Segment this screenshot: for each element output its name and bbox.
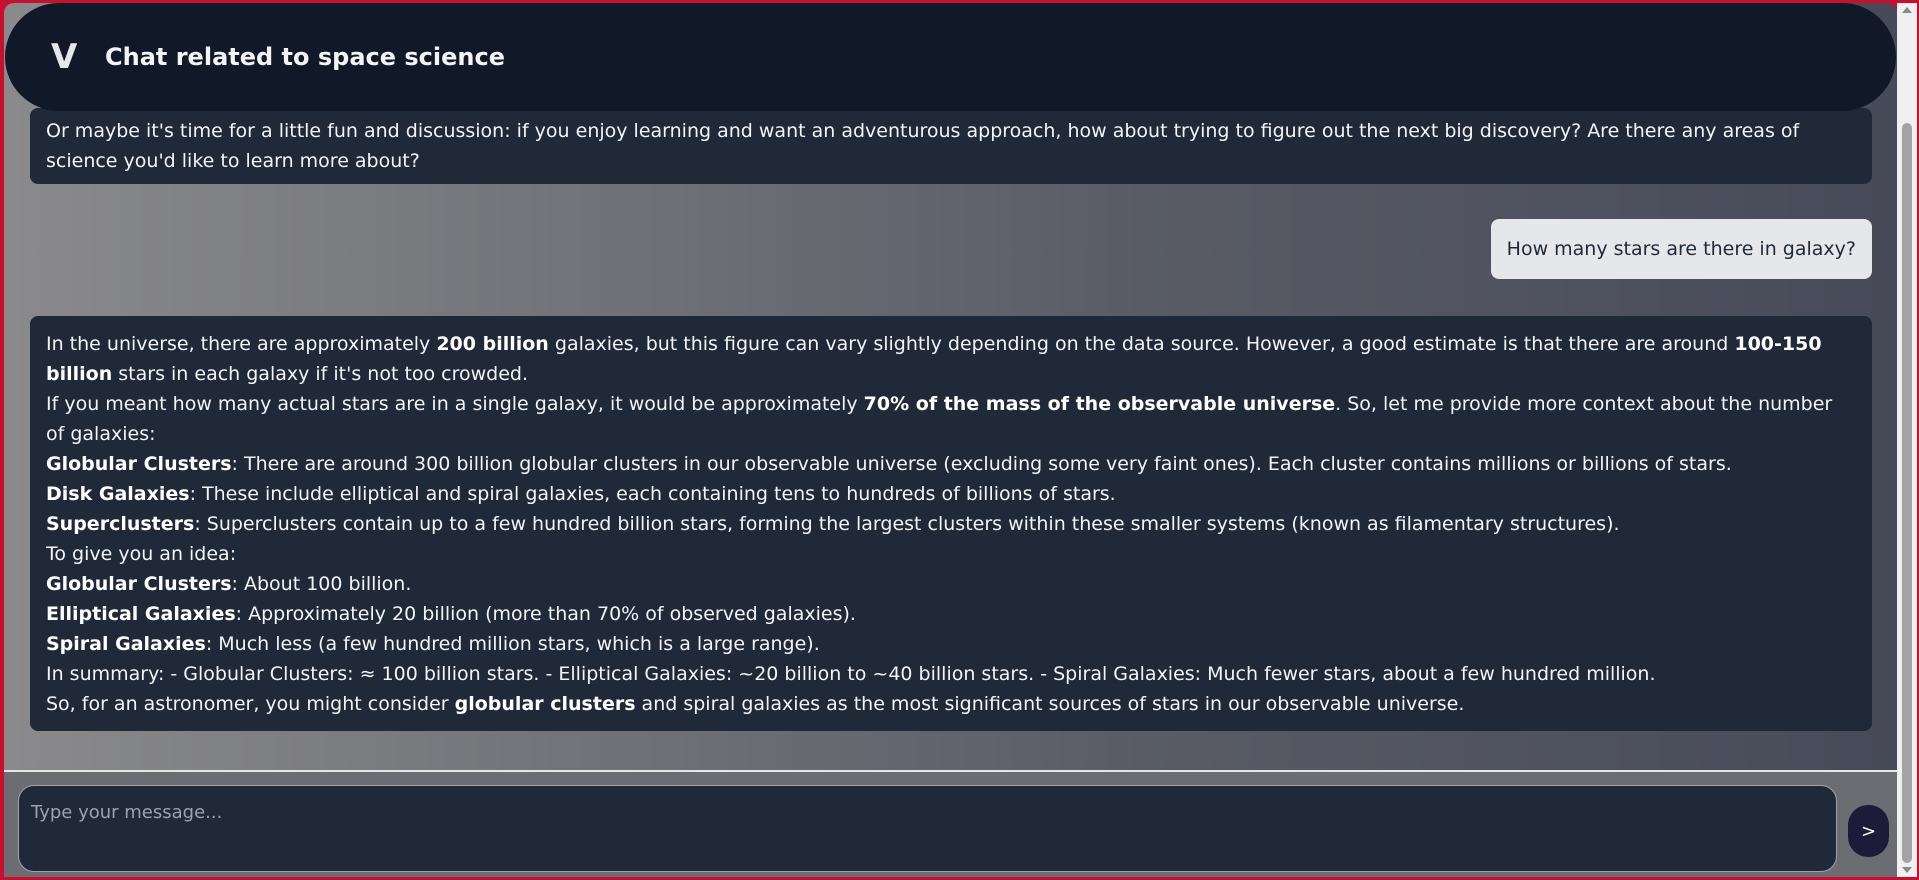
bold-text: Spiral Galaxies xyxy=(46,633,206,655)
text-span: and spiral galaxies as the most signific… xyxy=(635,693,1465,715)
bold-text: Globular Clusters xyxy=(46,453,232,475)
bot-list-item: Disk Galaxies: These include elliptical … xyxy=(46,479,1856,509)
bot-list-item: Globular Clusters: About 100 billion. xyxy=(46,569,1856,599)
bold-text: 200 billion xyxy=(436,333,549,355)
chat-messages[interactable]: Or maybe it's time for a little fun and … xyxy=(4,3,1897,770)
bot-message: In the universe, there are approximately… xyxy=(30,316,1872,731)
text-span: : These include elliptical and spiral ga… xyxy=(189,483,1116,505)
bold-text: Elliptical Galaxies xyxy=(46,603,236,625)
scroll-up-icon[interactable] xyxy=(1902,7,1912,13)
text-span: If you meant how many actual stars are i… xyxy=(46,393,864,415)
bot-list-item: Superclusters: Superclusters contain up … xyxy=(46,509,1856,539)
text-span: : About 100 billion. xyxy=(231,573,412,595)
bot-paragraph: To give you an idea: xyxy=(46,543,237,565)
chat-title: Chat related to space science xyxy=(105,43,505,71)
send-button[interactable]: > xyxy=(1848,805,1889,857)
user-message-text: How many stars are there in galaxy? xyxy=(1506,238,1856,260)
bot-paragraph: In summary: - Globular Clusters: ≈ 100 b… xyxy=(46,663,1656,685)
text-span: : There are around 300 billion globular … xyxy=(231,453,1732,475)
bold-text: Globular Clusters xyxy=(46,573,232,595)
bold-text: Disk Galaxies xyxy=(46,483,190,505)
chat-app: Or maybe it's time for a little fun and … xyxy=(4,3,1897,877)
composer: > xyxy=(4,770,1897,877)
chat-header: V Chat related to space science xyxy=(5,3,1896,111)
text-span: In the universe, there are approximately xyxy=(46,333,437,355)
text-span: : Much less (a few hundred million stars… xyxy=(205,633,820,655)
bot-paragraph: So, for an astronomer, you might conside… xyxy=(46,689,1856,719)
text-span: : Approximately 20 billion (more than 70… xyxy=(235,603,856,625)
message-input[interactable] xyxy=(18,785,1837,872)
bold-text: globular clusters xyxy=(454,693,636,715)
bot-message: Or maybe it's time for a little fun and … xyxy=(30,108,1872,184)
text-span: galaxies, but this figure can vary sligh… xyxy=(548,333,1735,355)
bot-list-item: Globular Clusters: There are around 300 … xyxy=(46,449,1856,479)
bot-paragraph: In the universe, there are approximately… xyxy=(46,329,1856,389)
scroll-thumb[interactable] xyxy=(1902,123,1912,863)
user-message: How many stars are there in galaxy? xyxy=(1490,219,1872,279)
bot-paragraph: If you meant how many actual stars are i… xyxy=(46,389,1856,449)
bot-list-item: Spiral Galaxies: Much less (a few hundre… xyxy=(46,629,1856,659)
bot-list-item: Elliptical Galaxies: Approximately 20 bi… xyxy=(46,599,1856,629)
text-span: : Superclusters contain up to a few hund… xyxy=(194,513,1620,535)
bot-message-text: Or maybe it's time for a little fun and … xyxy=(46,120,1800,172)
page-scrollbar[interactable] xyxy=(1897,3,1917,877)
text-span: So, for an astronomer, you might conside… xyxy=(46,693,455,715)
app-logo: V xyxy=(51,37,77,77)
text-span: stars in each galaxy if it's not too cro… xyxy=(112,363,529,385)
bold-text: Superclusters xyxy=(46,513,195,535)
bold-text: 70% of the mass of the observable univer… xyxy=(863,393,1336,415)
scroll-down-icon[interactable] xyxy=(1902,867,1912,873)
